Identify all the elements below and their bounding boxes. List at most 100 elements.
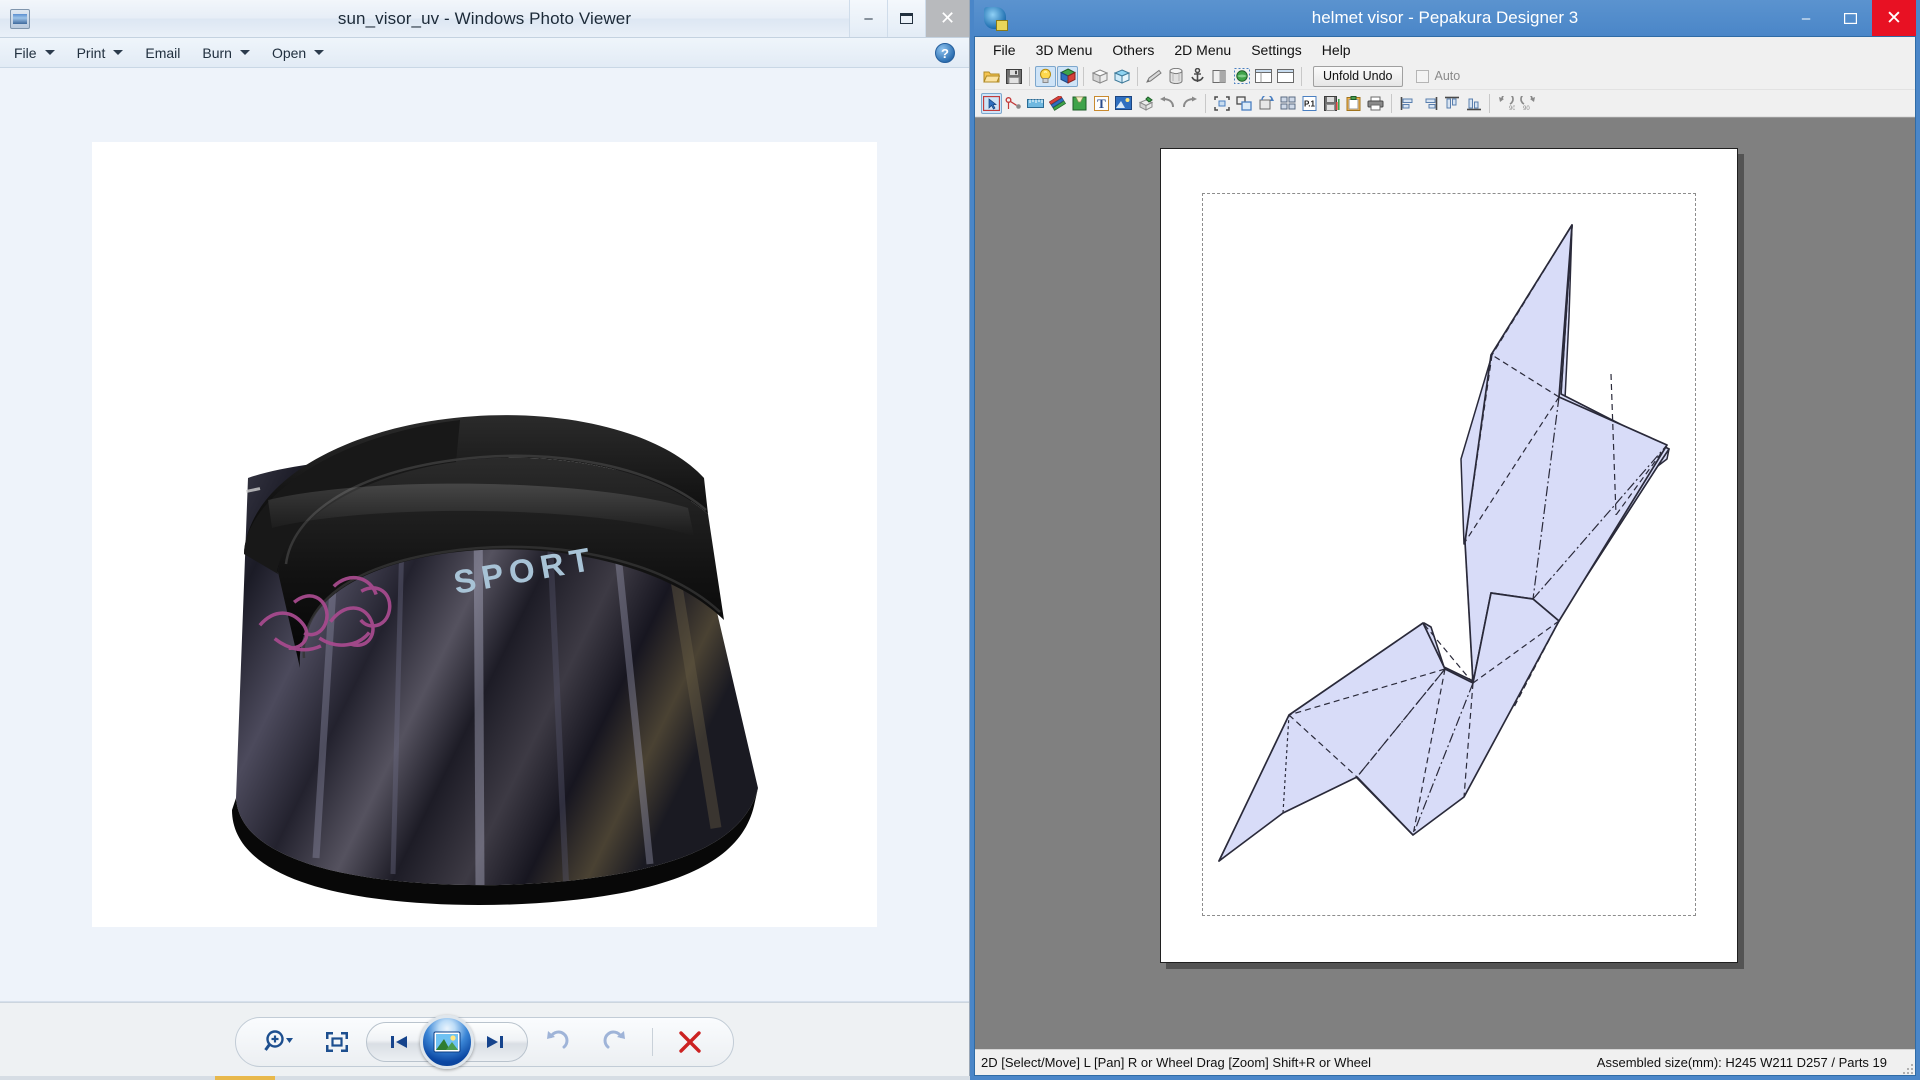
text-tool[interactable]: T [1091, 93, 1112, 114]
close-button[interactable]: ✕ [1872, 0, 1916, 36]
paint-cube-icon [1138, 95, 1153, 111]
select-region-button[interactable] [1231, 66, 1252, 87]
unfold-pattern[interactable] [1161, 149, 1739, 964]
minimize-button[interactable]: – [849, 0, 887, 37]
undo-arrow-icon [1160, 96, 1174, 108]
pep-menu-3d[interactable]: 3D Menu [1026, 42, 1103, 58]
toolbar-divider [1137, 66, 1138, 86]
unfold-undo-button[interactable]: Unfold Undo [1313, 65, 1403, 87]
clipboard-button[interactable] [1343, 93, 1364, 114]
chevron-down-icon [314, 50, 325, 55]
pepakura-2d-workspace[interactable] [975, 117, 1915, 1049]
rotate-90-ccw-button[interactable]: 90 [1495, 93, 1516, 114]
page-setup-button[interactable]: P.1 [1299, 93, 1320, 114]
maximize-button[interactable] [887, 0, 925, 37]
align-left-button[interactable] [1397, 93, 1418, 114]
toolbar-divider [1083, 66, 1084, 86]
dashed-globe-icon [1233, 68, 1250, 84]
floppy-save-icon [1005, 68, 1022, 84]
smooth-shading-button[interactable] [1111, 66, 1132, 87]
split-face-button[interactable] [1209, 66, 1230, 87]
add-flap-tool[interactable] [1069, 93, 1090, 114]
auto-checkbox-box[interactable] [1415, 69, 1429, 83]
picture-icon [1115, 96, 1132, 110]
rotate-90-cw-button[interactable]: 90 [1517, 93, 1538, 114]
printer-icon [1367, 96, 1384, 110]
delete-button[interactable] [661, 1022, 719, 1062]
redo-button[interactable] [1179, 93, 1200, 114]
undo-button[interactable] [1157, 93, 1178, 114]
minimize-button[interactable]: – [1784, 0, 1828, 36]
pep-menu-2d[interactable]: 2D Menu [1164, 42, 1241, 58]
rotate-parts-icon [1259, 95, 1274, 109]
paint-flaps-tool[interactable] [1047, 93, 1068, 114]
anchor-tool-button[interactable] [1187, 66, 1208, 87]
actual-size-button[interactable] [308, 1022, 366, 1062]
image-tool[interactable] [1113, 93, 1134, 114]
rotate-counterclockwise-button[interactable] [528, 1022, 586, 1062]
open-window-button[interactable] [1253, 66, 1274, 87]
play-slideshow-icon [433, 1031, 461, 1052]
magnifier-plus-icon [264, 1029, 293, 1051]
blue-cube-icon [1113, 68, 1130, 84]
select-move-tool[interactable] [981, 92, 1002, 114]
photo-viewer-icon [10, 8, 30, 29]
sun-visor-photograph: SPORT [93, 143, 876, 926]
photo-viewer-canvas[interactable]: SPORT [0, 68, 969, 1002]
pep-menu-others[interactable]: Others [1102, 42, 1164, 58]
pepakura-icon [984, 7, 1008, 31]
join-disjoin-tool[interactable] [1003, 93, 1024, 114]
rotate-ccw-icon [547, 1030, 569, 1048]
rotate-clockwise-button[interactable] [586, 1022, 644, 1062]
svg-text:90: 90 [1523, 106, 1530, 111]
menu-burn[interactable]: Burn [202, 45, 250, 61]
menu-open[interactable]: Open [271, 44, 325, 61]
cylinder-tool-button[interactable] [1165, 66, 1186, 87]
zoom-control[interactable] [250, 1022, 308, 1062]
taskbar-active-indicator [215, 1076, 275, 1080]
save-file-button[interactable] [1003, 66, 1024, 87]
assembled-size-text: Assembled size(mm): H245 W211 D257 / Par… [1596, 1055, 1887, 1070]
menu-file[interactable]: File [14, 45, 55, 61]
align-bottom-button[interactable] [1463, 93, 1484, 114]
auto-checkbox[interactable]: Auto [1415, 69, 1460, 83]
sun-visor-illustration: SPORT [232, 415, 758, 906]
cylinder-icon [1169, 68, 1182, 84]
second-window-button[interactable] [1275, 66, 1296, 87]
show-light-button[interactable] [1035, 65, 1056, 87]
align-right-button[interactable] [1419, 93, 1440, 114]
print-button[interactable] [1365, 93, 1386, 114]
scale-button[interactable] [1233, 93, 1254, 114]
unfold-paper-sheet[interactable] [1160, 148, 1738, 963]
fit-frame-icon [1213, 95, 1230, 111]
pep-menu-help[interactable]: Help [1312, 42, 1361, 58]
export-button[interactable] [1321, 93, 1342, 114]
flap-icon [1072, 96, 1087, 110]
flat-shading-button[interactable] [1089, 66, 1110, 87]
menu-email[interactable]: Email [145, 45, 180, 61]
slideshow-button[interactable] [420, 1014, 474, 1069]
rotate-parts-button[interactable] [1255, 93, 1276, 114]
maximize-button[interactable] [1828, 0, 1872, 36]
align-top-button[interactable] [1441, 93, 1462, 114]
close-button[interactable]: ✕ [925, 0, 969, 37]
pepakura-statusbar: 2D [Select/Move] L [Pan] R or Wheel Drag… [975, 1049, 1915, 1075]
fit-page-button[interactable] [1211, 93, 1232, 114]
toolbar-divider [1029, 66, 1030, 86]
help-icon[interactable]: ? [935, 42, 955, 63]
layout-grid-button[interactable] [1277, 93, 1298, 114]
pepakura-designer-window: helmet visor - Pepakura Designer 3 – ✕ F… [970, 0, 1920, 1080]
pep-menu-settings[interactable]: Settings [1241, 42, 1312, 58]
svg-text:T: T [1097, 96, 1106, 111]
menu-open-label: Open [271, 44, 307, 61]
edit-edge-button[interactable] [1143, 66, 1164, 87]
texture-paint-tool[interactable] [1135, 93, 1156, 114]
resize-grip[interactable] [1902, 1063, 1914, 1075]
pep-menu-file[interactable]: File [983, 42, 1026, 58]
open-file-button[interactable] [981, 66, 1002, 87]
menu-print[interactable]: Print [77, 45, 124, 61]
measure-tool[interactable] [1025, 93, 1046, 114]
screen: sun_visor_uv - Windows Photo Viewer – ✕ … [0, 0, 1920, 1080]
pepakura-window-controls: – ✕ [1784, 0, 1916, 36]
show-texture-button[interactable] [1057, 65, 1078, 87]
